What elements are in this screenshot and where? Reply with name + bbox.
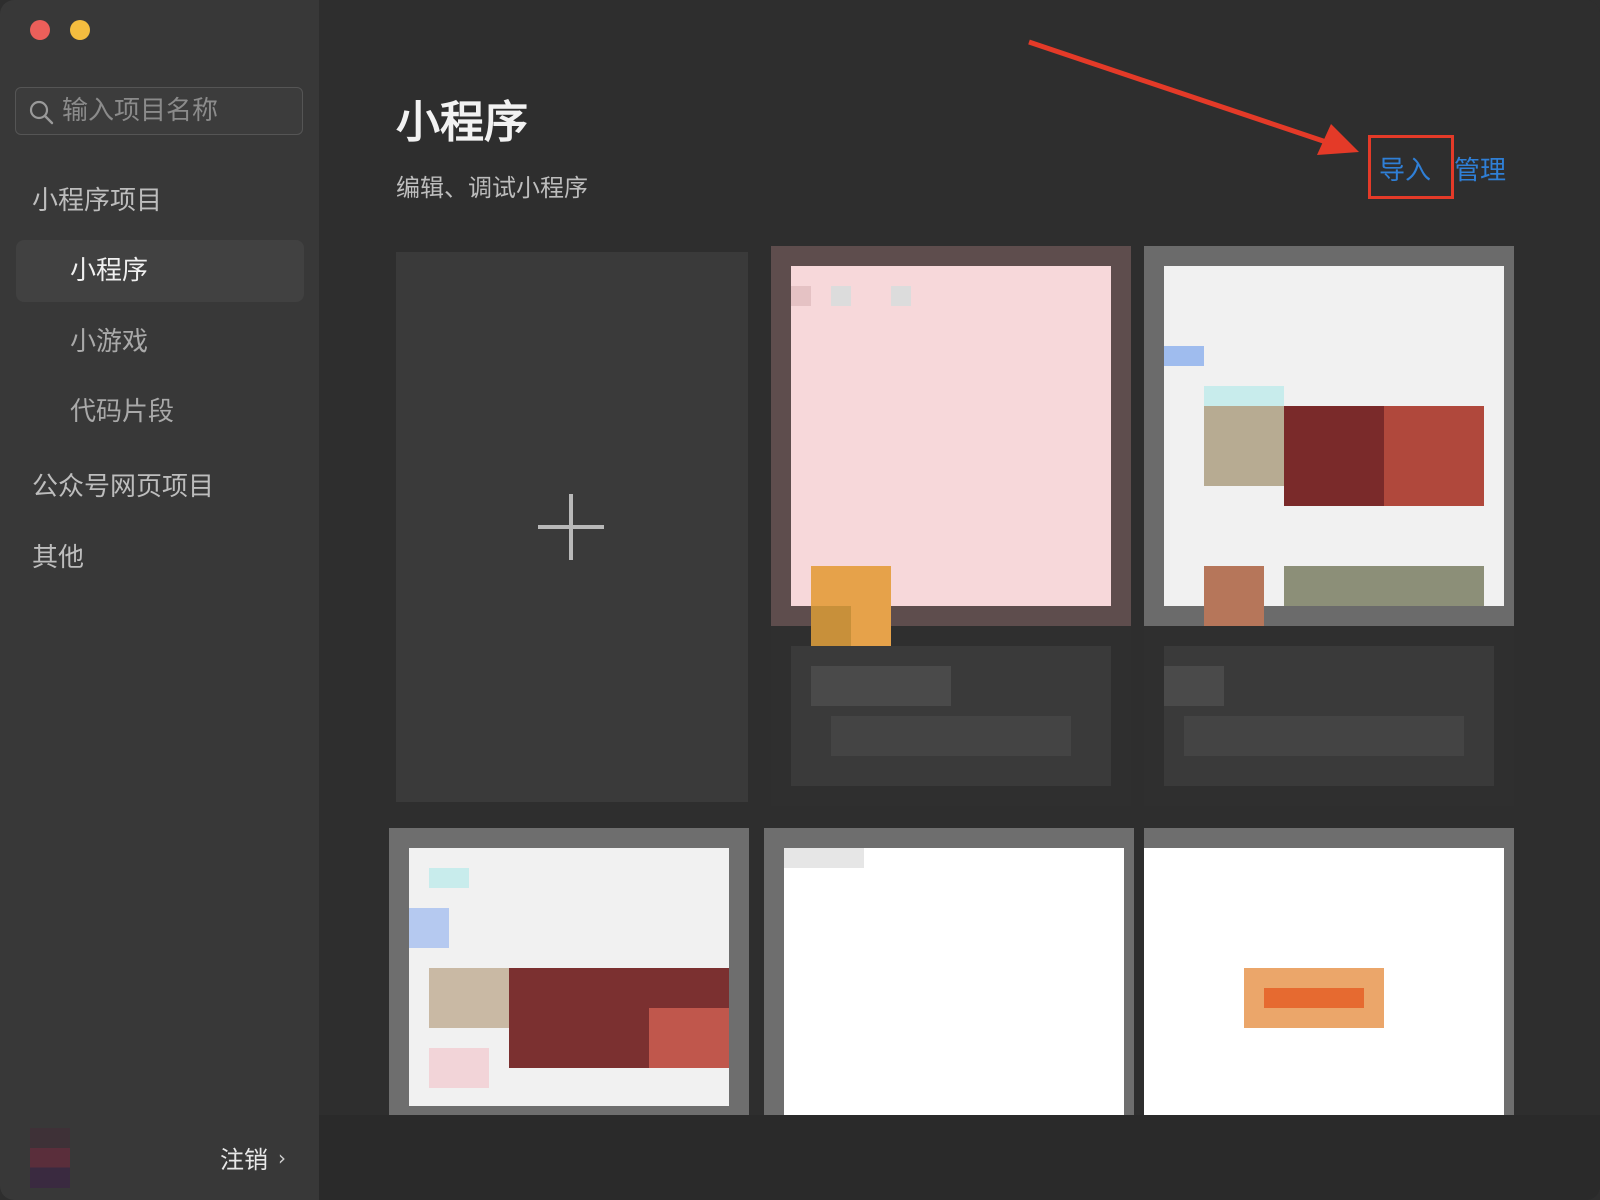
project-card[interactable] (1144, 246, 1514, 806)
page-subtitle: 编辑、调试小程序 (396, 174, 588, 202)
sidebar-item-code-snippets[interactable]: 代码片段 (16, 381, 304, 443)
new-project-card[interactable] (396, 252, 748, 802)
search-icon (29, 100, 54, 125)
sidebar-item-miniprogram[interactable]: 小程序 (16, 240, 304, 302)
sidebar-item-label: 小游戏 (70, 327, 149, 357)
page-title: 小程序 (396, 97, 528, 148)
close-window-button[interactable] (30, 20, 50, 40)
nav-group-miniprogram-projects[interactable]: 小程序项目 (32, 180, 162, 217)
annotation-arrow-icon (1028, 39, 1359, 155)
sidebar-item-label: 代码片段 (70, 397, 175, 427)
manage-link[interactable]: 管理 (1454, 150, 1506, 187)
logout-label: 注销 (220, 1146, 268, 1174)
project-card[interactable] (771, 246, 1131, 806)
chevron-right-icon: › (278, 1145, 286, 1170)
plus-icon (538, 494, 604, 560)
footer-bar (319, 1115, 1600, 1200)
project-card[interactable] (764, 828, 1134, 1118)
main-panel: 小程序 编辑、调试小程序 导入 管理 (319, 0, 1600, 1200)
avatar[interactable] (30, 1128, 70, 1188)
sidebar-item-label: 小程序 (70, 256, 149, 286)
sidebar: 小程序项目 小程序 小游戏 代码片段 公众号网页项目 其他 注销 › (0, 0, 319, 1200)
import-link[interactable]: 导入 (1379, 150, 1431, 187)
project-card[interactable] (1144, 828, 1514, 1118)
nav-group-official-account-web[interactable]: 公众号网页项目 (32, 466, 214, 503)
project-thumbnail (784, 848, 1124, 1118)
logout-button[interactable]: 注销 › (220, 1140, 286, 1175)
search-input[interactable] (62, 88, 292, 134)
app-window: 小程序项目 小程序 小游戏 代码片段 公众号网页项目 其他 注销 › 小程序 编… (0, 0, 1600, 1200)
sidebar-item-minigame[interactable]: 小游戏 (16, 311, 304, 373)
project-card[interactable] (389, 828, 749, 1128)
project-search (15, 87, 303, 135)
nav-group-other[interactable]: 其他 (32, 537, 84, 574)
minimize-window-button[interactable] (70, 20, 90, 40)
